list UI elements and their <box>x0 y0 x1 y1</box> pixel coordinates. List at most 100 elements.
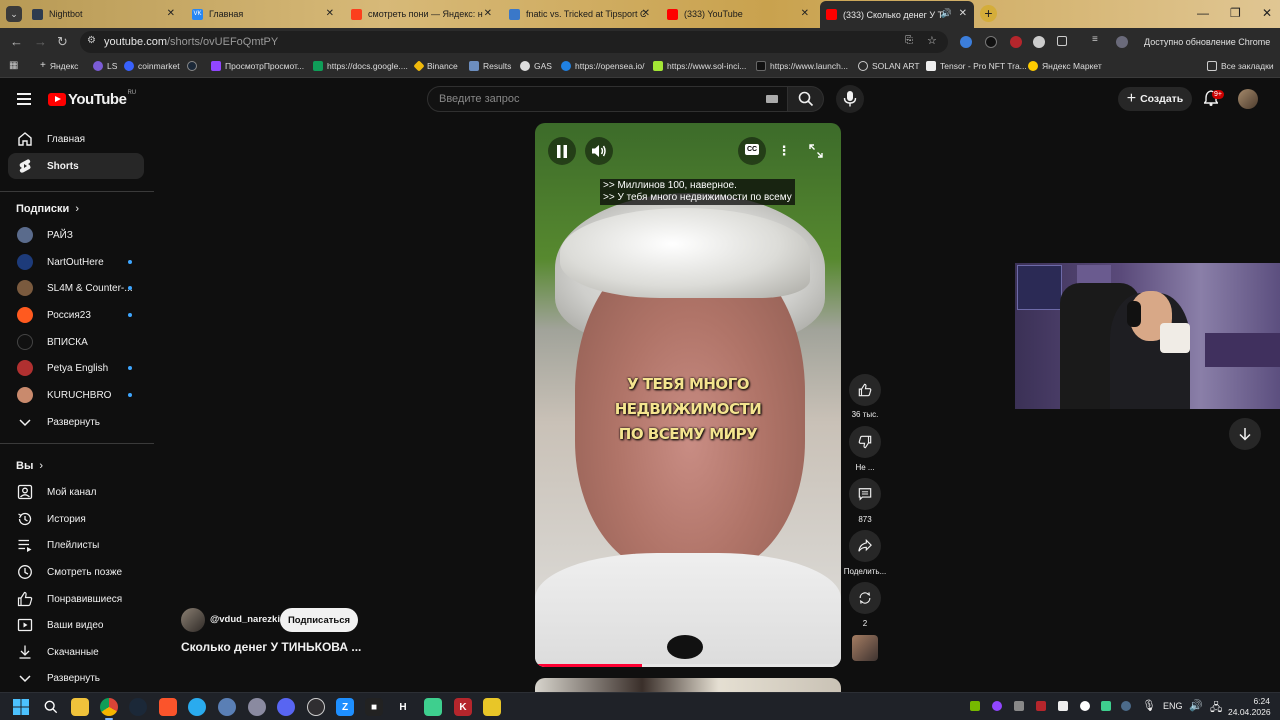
account-avatar[interactable] <box>1238 89 1258 109</box>
tray-app-icon[interactable] <box>1014 701 1024 711</box>
video-title[interactable]: Сколько денег У ТИНЬКОВА ... <box>181 640 361 654</box>
app-z-icon[interactable]: Z <box>336 698 354 716</box>
windows-start-icon[interactable] <box>12 698 30 716</box>
sidebar-expand-you[interactable]: Развернуть <box>8 665 144 691</box>
sidebar-item-shorts[interactable]: Shorts <box>8 153 144 179</box>
bookmark-twitch[interactable]: ПросмотрПросмот... <box>211 61 304 71</box>
telegram-icon[interactable] <box>188 698 206 716</box>
sidebar-item-subscription[interactable]: ВПИСКА <box>8 329 144 355</box>
bookmark-yandex-market[interactable]: Яндекс Маркет <box>1028 61 1102 71</box>
discord-icon[interactable] <box>277 698 295 716</box>
app-circle-icon[interactable] <box>218 698 236 716</box>
close-window-icon[interactable]: ✕ <box>1262 6 1272 20</box>
tray-app-icon[interactable] <box>1036 701 1046 711</box>
extension-1-icon[interactable] <box>960 36 972 48</box>
sidebar-item-subscription[interactable]: KURUCHBRO <box>8 382 144 408</box>
extensions-puzzle-icon[interactable] <box>1057 36 1067 46</box>
tab-vk[interactable]: VK Главная ✕ <box>186 3 341 25</box>
sidebar-item-your-videos[interactable]: Ваши видео <box>8 612 144 638</box>
dislike-button[interactable] <box>849 426 881 458</box>
audio-playing-icon[interactable]: 🔊 <box>941 8 952 19</box>
subscribe-button[interactable]: Подписаться <box>280 608 358 632</box>
you-header[interactable]: Вы › <box>16 460 43 472</box>
chrome-update-text[interactable]: Доступно обновление Chrome <box>1144 37 1270 47</box>
url-text[interactable]: youtube.com/shorts/ovUEFoQmtPY <box>104 36 278 48</box>
reading-list-icon[interactable]: ≡ <box>1092 34 1104 46</box>
network-icon[interactable]: 🖧 <box>1210 699 1222 718</box>
close-tab-icon[interactable]: ✕ <box>326 8 334 19</box>
bookmark-solanart[interactable]: SOLAN ART <box>858 61 920 71</box>
channel-name[interactable]: @vdud_narezki <box>210 614 280 625</box>
app-h-icon[interactable]: H <box>394 698 412 716</box>
sidebar-item-history[interactable]: История <box>8 506 144 532</box>
progress-bar[interactable] <box>535 664 841 667</box>
pause-button[interactable] <box>548 137 576 165</box>
share-button[interactable] <box>849 530 881 562</box>
tray-nvidia-icon[interactable] <box>970 701 980 711</box>
comments-button[interactable] <box>849 478 881 510</box>
sound-thumbnail[interactable] <box>852 635 878 661</box>
bookmark-sol-incinerator[interactable]: https://www.sol-inci... <box>653 61 746 71</box>
create-button[interactable]: + Создать <box>1118 87 1192 111</box>
app-green-icon[interactable] <box>424 698 442 716</box>
bookmark-opensea[interactable]: https://opensea.io/ <box>561 61 644 71</box>
tab-short-active[interactable]: (333) Сколько денег У ТИН 🔊 ✕ <box>820 1 974 28</box>
tab-fnatic[interactable]: fnatic vs. Tricked at Tipsport Co ✕ <box>503 3 657 25</box>
brave-icon[interactable] <box>159 698 177 716</box>
sidebar-item-my-channel[interactable]: Мой канал <box>8 479 144 505</box>
volume-button[interactable] <box>585 137 613 165</box>
app-k-icon[interactable]: K <box>454 698 472 716</box>
app-shield-icon[interactable]: ■ <box>365 698 383 716</box>
tab-nightbot[interactable]: Nightbot ✕ <box>26 3 182 25</box>
close-tab-icon[interactable]: ✕ <box>484 8 492 19</box>
app-yellow-icon[interactable] <box>483 698 501 716</box>
sidebar-item-playlists[interactable]: Плейлисты <box>8 532 144 558</box>
search-input[interactable]: Введите запрос <box>427 86 788 112</box>
like-button[interactable] <box>849 374 881 406</box>
tray-steam-icon[interactable] <box>1121 701 1131 711</box>
tab-yandex[interactable]: смотреть пони — Яндекс: наш ✕ <box>345 3 499 25</box>
tab-search-button[interactable]: ⌄ <box>6 6 22 22</box>
bookmark-binance[interactable]: Binance <box>413 60 458 72</box>
minimize-icon[interactable]: — <box>1197 6 1209 20</box>
bookmark-ls[interactable]: LS <box>93 61 117 71</box>
close-tab-icon[interactable]: ✕ <box>642 8 650 19</box>
bookmark-gas[interactable]: GAS <box>520 61 552 71</box>
voice-search-button[interactable] <box>836 85 864 113</box>
more-options-button[interactable]: ⋮ <box>770 137 798 165</box>
close-tab-icon[interactable]: ✕ <box>801 8 809 19</box>
install-app-icon[interactable]: ⎘ <box>905 35 913 46</box>
bookmark-coinmarket[interactable]: coinmarket <box>124 61 180 71</box>
language-indicator[interactable]: ENG <box>1163 701 1183 711</box>
search-icon[interactable] <box>42 698 60 716</box>
tab-youtube[interactable]: (333) YouTube ✕ <box>661 3 816 25</box>
restore-icon[interactable]: ❐ <box>1230 6 1241 20</box>
sidebar-item-watch-later[interactable]: Смотреть позже <box>8 559 144 585</box>
sidebar-item-subscription[interactable]: SL4M & Counter-... <box>8 275 144 301</box>
steam-icon[interactable] <box>129 698 147 716</box>
close-tab-icon[interactable]: ✕ <box>167 8 175 19</box>
omnibox[interactable]: ⚙ youtube.com/shorts/ovUEFoQmtPY ⎘ ☆ <box>80 31 948 53</box>
fullscreen-button[interactable] <box>802 137 830 165</box>
hamburger-menu-icon[interactable] <box>17 93 31 105</box>
short-video-player[interactable]: CC ⋮ >> Миллинов 100, наверное. >> У теб… <box>535 123 841 667</box>
sidebar-expand-subscriptions[interactable]: Развернуть <box>8 409 144 435</box>
sidebar-item-downloads[interactable]: Скачанные <box>8 639 144 665</box>
remix-button[interactable] <box>849 582 881 614</box>
app-circle-icon[interactable] <box>248 698 266 716</box>
next-video-button[interactable] <box>1229 418 1261 450</box>
tray-app-icon[interactable] <box>1101 701 1111 711</box>
sidebar-item-subscription[interactable]: NartOutHere <box>8 249 144 275</box>
tray-app-icon[interactable] <box>1058 701 1068 711</box>
microphone-icon[interactable]: 🎙 <box>1142 699 1156 712</box>
keyboard-icon[interactable] <box>766 95 778 103</box>
volume-icon[interactable]: 🔊 <box>1189 699 1203 712</box>
profile-icon[interactable] <box>1116 36 1128 48</box>
all-bookmarks[interactable]: Все закладки <box>1207 61 1274 71</box>
channel-avatar[interactable] <box>181 608 205 632</box>
next-short-preview[interactable] <box>535 678 841 692</box>
sidebar-item-subscription[interactable]: Россия23 <box>8 302 144 328</box>
reload-icon[interactable]: ↻ <box>57 34 68 50</box>
tray-app-icon[interactable] <box>1080 701 1090 711</box>
sidebar-item-liked[interactable]: Понравившиеся <box>8 586 144 612</box>
